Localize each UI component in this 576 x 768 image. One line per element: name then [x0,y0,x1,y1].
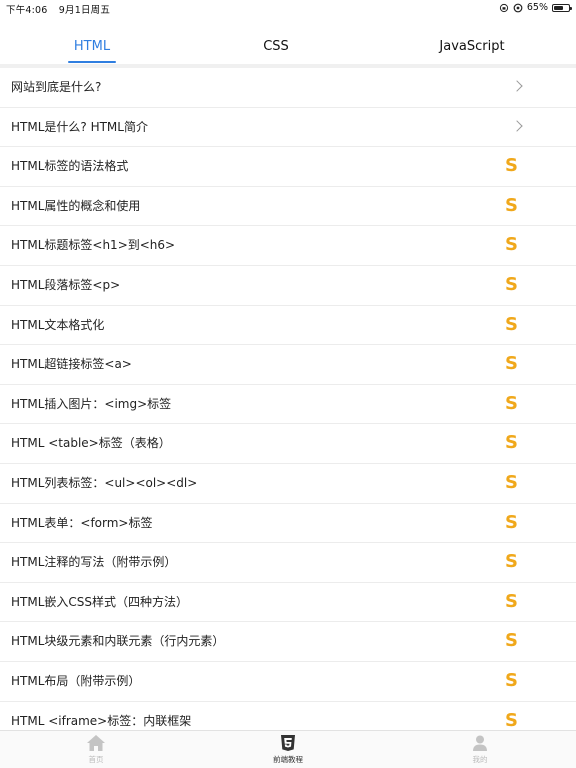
coin-icon: S [505,234,518,256]
coin-icon: S [505,313,518,335]
coin-icon: S [505,669,518,691]
list-item[interactable]: HTML嵌入CSS样式（四种方法） S [0,583,576,623]
tab-html[interactable]: HTML [40,30,144,64]
battery-percent: 65% [526,2,548,13]
coin-icon: S [505,392,518,414]
list-item[interactable]: HTML属性的概念和使用 S [0,187,576,227]
list-item-title: HTML表单：<form>标签 [11,515,153,530]
list-item-title: HTML注释的写法（附带示例） [11,555,177,570]
battery-fill [554,5,564,10]
orientation-lock-icon [499,3,508,12]
screen-rotation-icon [513,3,523,12]
coin-icon: S [505,273,518,295]
bottom-tab-bar: 首页 前端教程 我的 [0,730,576,768]
list-item-title: HTML是什么? HTML简介 [11,119,148,134]
list-item-title: HTML标题标签<h1>到<h6> [11,238,176,253]
list-item[interactable]: HTML是什么? HTML简介 [0,108,576,148]
list-item[interactable]: HTML布局（附带示例） S [0,662,576,702]
list-item[interactable]: HTML超链接标签<a> S [0,345,576,385]
list-item-title: HTML段落标签<p> [11,277,121,292]
list-item[interactable]: HTML <table>标签（表格） S [0,424,576,464]
coin-icon: S [505,155,518,177]
list-item[interactable]: HTML块级元素和内联元素（行内元素） S [0,622,576,662]
list-item-title: HTML插入图片：<img>标签 [11,396,172,411]
coin-icon: S [505,511,518,533]
home-icon [87,735,105,751]
tabbar-item-me[interactable]: 我的 [450,734,510,765]
status-right: 65% [499,2,572,13]
list-item-title: HTML超链接标签<a> [11,357,132,372]
status-time: 下午4:06 [6,5,48,16]
coin-icon: S [505,432,518,454]
coin-icon: S [505,709,518,730]
status-bar: 下午4:06 9月1日周五 65% [0,0,576,16]
tabbar-item-tutorials[interactable]: 前端教程 [258,734,318,765]
coin-icon: S [505,590,518,612]
list-item[interactable]: HTML注释的写法（附带示例） S [0,543,576,583]
html5-icon [281,735,295,751]
tabbar-label-me: 我的 [472,755,488,764]
list-item-title: 网站到底是什么? [11,80,102,94]
list-item-title: HTML <table>标签（表格） [11,436,171,451]
tab-javascript[interactable]: JavaScript [420,30,524,64]
coin-icon: S [505,194,518,216]
list-item-title: HTML嵌入CSS样式（四种方法） [11,594,189,609]
tab-active-indicator [68,61,116,63]
status-date: 9月1日周五 [58,5,111,16]
tabbar-label-tutorials: 前端教程 [273,755,303,764]
list-item-title: HTML列表标签：<ul><ol><dl> [11,475,198,490]
chevron-right-icon [511,119,523,132]
list-item-title: HTML标签的语法格式 [11,159,129,174]
tabbar-label-home: 首页 [88,755,104,764]
list-item[interactable]: HTML <iframe>标签：内联框架 S [0,702,576,730]
coin-icon: S [505,471,518,493]
list-item[interactable]: HTML文本格式化 S [0,306,576,346]
coin-icon: S [505,630,518,652]
list-item-title: HTML文本格式化 [11,317,105,332]
coin-icon: S [505,353,518,375]
tab-css[interactable]: CSS [224,30,328,64]
list-item-title: HTML块级元素和内联元素（行内元素） [11,634,225,649]
chevron-right-icon [511,80,523,92]
list-item[interactable]: HTML段落标签<p> S [0,266,576,306]
list-item[interactable]: HTML标签的语法格式 S [0,147,576,187]
list-item[interactable]: HTML表单：<form>标签 S [0,504,576,544]
list-item-title: HTML布局（附带示例） [11,673,141,688]
list-item-title: HTML属性的概念和使用 [11,198,141,213]
top-tabs: HTML CSS JavaScript [0,30,576,64]
status-left: 下午4:06 9月1日周五 [6,2,110,16]
list-item[interactable]: HTML插入图片：<img>标签 S [0,385,576,425]
coin-icon: S [505,551,518,573]
list-item[interactable]: HTML标题标签<h1>到<h6> S [0,226,576,266]
list-item[interactable]: HTML列表标签：<ul><ol><dl> S [0,464,576,504]
battery-icon [552,3,572,12]
list-item-title: HTML <iframe>标签：内联框架 [11,713,192,728]
user-icon [473,735,487,751]
lesson-list: 网站到底是什么? HTML是什么? HTML简介 HTML标签的语法格式 S HTML属… [0,68,576,730]
tabbar-item-home[interactable]: 首页 [66,734,126,765]
list-item[interactable]: 网站到底是什么? [0,68,576,108]
